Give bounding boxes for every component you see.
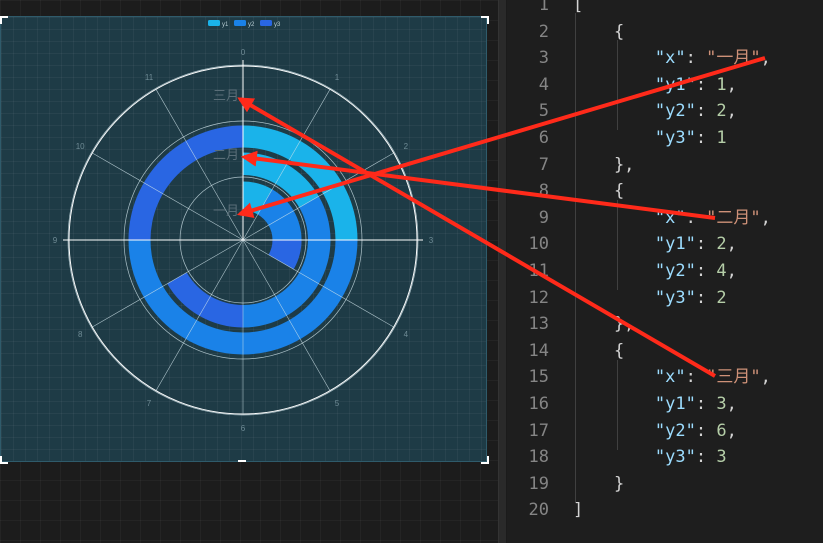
code-text: { <box>573 340 625 361</box>
code-line: 8 { <box>507 178 823 205</box>
angle-tick-label: 8 <box>78 330 83 339</box>
category-labels: 一月二月三月 <box>213 89 239 219</box>
code-text: [ <box>573 0 584 15</box>
angle-tick-label: 10 <box>76 142 85 151</box>
canvas-scrollbar[interactable] <box>498 0 506 543</box>
line-number: 14 <box>528 340 549 361</box>
resize-handle-bottom-left[interactable] <box>0 456 8 464</box>
line-number: 11 <box>528 261 549 281</box>
code-text: { <box>573 21 625 42</box>
code-text: }, <box>573 154 635 175</box>
code-text: } <box>573 473 625 494</box>
code-line: 1[ <box>507 0 823 19</box>
code-line: 13 }, <box>507 311 823 338</box>
code-line: 3 "x": "一月", <box>507 45 823 72</box>
code-text: "y3": 2 <box>654 287 727 308</box>
code-line: 18 "y3": 3 <box>507 444 823 471</box>
line-number: 8 <box>538 181 549 202</box>
angle-tick-label: 4 <box>404 330 409 339</box>
angle-tick-label: 5 <box>335 399 340 408</box>
line-number: 19 <box>528 473 549 494</box>
resize-handle-top-left[interactable] <box>0 16 8 24</box>
code-text: "y2": 2, <box>654 101 737 122</box>
code-line: 19 } <box>507 471 823 498</box>
legend-label-y2: y2 <box>248 22 255 28</box>
code-text: "y1": 1, <box>654 74 737 95</box>
line-number: 10 <box>528 234 549 255</box>
angle-tick-label: 6 <box>241 424 246 433</box>
legend-swatch-y3 <box>260 20 272 26</box>
code-text: "x": "三月", <box>654 367 771 388</box>
code-line: 17 "y2": 6, <box>507 418 823 445</box>
code-line: 15 "x": "三月", <box>507 364 823 391</box>
line-number: 13 <box>528 314 549 335</box>
code-line: 6 "y3": 1 <box>507 125 823 152</box>
code-line: 16 "y1": 3, <box>507 391 823 418</box>
json-code-editor[interactable]: 1[2 {3 "x": "一月", 4 "y1": 1, 5 "y2": 2, 6 "… <box>507 0 823 543</box>
resize-handle-bottom-middle[interactable] <box>238 460 246 462</box>
code-text: ] <box>573 500 584 521</box>
code-text: "y2": 4, <box>654 261 737 281</box>
chart-widget[interactable]: y1 y2 y3 一月 二月 三月 0 1 2 3 4 5 6 7 8 9 10 11 <box>0 16 487 462</box>
legend-swatch-y1 <box>208 20 220 26</box>
resize-handle-top-right[interactable] <box>481 16 489 24</box>
legend-label-y1: y1 <box>222 22 229 28</box>
code-text: "y1": 3, <box>654 394 737 414</box>
category-label: 三月 <box>213 89 239 104</box>
code-text: { <box>573 181 625 202</box>
line-number: 3 <box>538 48 549 69</box>
line-number: 16 <box>528 394 549 414</box>
angle-tick-label: 11 <box>145 73 154 82</box>
line-number: 5 <box>538 101 549 122</box>
code-text: "y3": 1 <box>654 128 727 148</box>
bar-y3-2 <box>128 125 243 240</box>
legend-swatch-y2 <box>234 20 246 26</box>
code-text: "y3": 3 <box>654 447 727 468</box>
code-text: "x": "二月", <box>654 207 771 228</box>
code-text: }, <box>573 314 635 335</box>
code-text: "x": "一月", <box>654 48 771 69</box>
angle-tick-label: 1 <box>335 73 340 82</box>
resize-handle-bottom-right[interactable] <box>481 456 489 464</box>
line-number: 20 <box>528 500 549 521</box>
line-number: 6 <box>538 128 549 148</box>
line-number: 2 <box>538 21 549 42</box>
line-number: 15 <box>528 367 549 388</box>
code-line: 10 "y1": 2, <box>507 231 823 258</box>
polar-grid <box>63 60 423 416</box>
bar-y3-0 <box>268 240 302 270</box>
angle-tick-label: 7 <box>147 399 152 408</box>
chart-legend: y1 y2 y3 <box>208 20 281 28</box>
code-line: 2 { <box>507 19 823 46</box>
polar-bar-chart: y1 y2 y3 一月 二月 三月 0 1 2 3 4 5 6 7 8 9 10 11 <box>53 20 434 433</box>
code-line: 12 "y3": 2 <box>507 285 823 312</box>
category-label: 一月 <box>213 204 239 219</box>
code-line: 7 }, <box>507 152 823 179</box>
angle-tick-label: 0 <box>241 48 246 57</box>
code-line: 5 "y2": 2, <box>507 98 823 125</box>
code-line: 20] <box>507 497 823 524</box>
code-line: 14 { <box>507 338 823 365</box>
code-text: "y2": 6, <box>654 420 737 441</box>
code-line: 4 "y1": 1, <box>507 72 823 99</box>
line-number: 17 <box>528 420 549 441</box>
angle-tick-label: 9 <box>53 236 58 245</box>
category-label: 二月 <box>213 148 239 163</box>
line-number: 9 <box>538 207 549 228</box>
line-number: 12 <box>528 287 549 308</box>
code-line: 9 "x": "二月", <box>507 205 823 232</box>
line-number: 4 <box>538 74 549 95</box>
angle-tick-label: 2 <box>404 142 409 151</box>
angle-tick-label: 3 <box>429 236 434 245</box>
legend-label-y3: y3 <box>274 22 281 28</box>
line-number: 7 <box>538 154 549 175</box>
line-number: 1 <box>538 0 549 15</box>
code-line: 11 "y2": 4, <box>507 258 823 285</box>
code-text: "y1": 2, <box>654 234 737 255</box>
line-number: 18 <box>528 447 549 468</box>
